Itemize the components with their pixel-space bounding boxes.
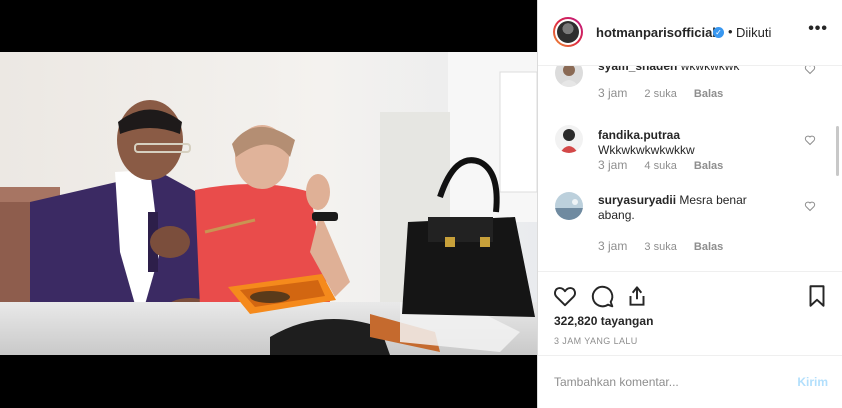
add-comment-bar: Tambahkan komentar... Kirim: [538, 355, 842, 408]
view-count[interactable]: 322,820 tayangan: [554, 314, 653, 328]
comments-scrollbar[interactable]: [836, 66, 840, 271]
comment-avatar[interactable]: [555, 192, 583, 220]
bookmark-icon[interactable]: [804, 283, 830, 309]
comment-username[interactable]: suryasuryadii: [598, 193, 676, 207]
comment-likes[interactable]: 2 suka: [644, 88, 676, 100]
scrollbar-thumb[interactable]: [836, 126, 839, 176]
verified-icon: ✓: [713, 27, 724, 38]
comment-message: Wkkwkwkwkwkkw: [598, 143, 695, 157]
comment-text: suryasuryadii Mesra benar abang.: [598, 193, 778, 223]
post-actions: 322,820 tayangan 3 JAM YANG LALU: [538, 271, 842, 363]
comment-username[interactable]: syam_shaden: [598, 66, 677, 73]
comment-meta: 3 jam 2 suka Balas: [598, 86, 737, 100]
comment-reply-button[interactable]: Balas: [694, 88, 723, 100]
comment-likes[interactable]: 4 suka: [644, 160, 676, 172]
comment-like-heart-icon[interactable]: [804, 66, 816, 75]
comment-likes[interactable]: 3 suka: [644, 241, 676, 253]
comment-meta: 3 jam 3 suka Balas: [598, 239, 737, 253]
comment-icon[interactable]: [589, 283, 615, 309]
comment-message: wkwkwkwk: [680, 66, 740, 73]
comments-list[interactable]: syam_shaden wkwkwkwk 3 jam 2 suka Balas …: [538, 66, 842, 271]
comment-reply-button[interactable]: Balas: [694, 241, 723, 253]
comment-like-heart-icon[interactable]: [804, 134, 816, 146]
heart-icon[interactable]: [552, 283, 578, 309]
video-player[interactable]: [0, 0, 537, 408]
video-still-image: [0, 52, 537, 355]
post-header: hotmanparisofficial ✓ • Diikuti •••: [538, 0, 842, 66]
separator-dot: •: [728, 24, 733, 39]
comment-avatar[interactable]: [555, 125, 583, 153]
comment-avatar[interactable]: [555, 66, 583, 87]
comment-text: fandika.putraa Wkkwkwkwkwkkw: [598, 128, 778, 158]
post-timestamp[interactable]: 3 JAM YANG LALU: [554, 336, 638, 346]
follow-status-button[interactable]: Diikuti: [736, 25, 771, 40]
video-frame[interactable]: [0, 52, 537, 355]
share-icon[interactable]: [624, 283, 650, 309]
post-sidebar: hotmanparisofficial ✓ • Diikuti ••• syam…: [537, 0, 842, 408]
post-username[interactable]: hotmanparisofficial: [596, 25, 716, 40]
comment-meta: 3 jam 4 suka Balas: [598, 158, 737, 172]
send-button[interactable]: Kirim: [797, 375, 828, 389]
comment-text: syam_shaden wkwkwkwk: [598, 66, 778, 74]
comment-reply-button[interactable]: Balas: [694, 160, 723, 172]
avatar[interactable]: [553, 17, 583, 47]
comment-time[interactable]: 3 jam: [598, 239, 627, 253]
comment-time[interactable]: 3 jam: [598, 86, 627, 100]
more-icon[interactable]: •••: [808, 20, 828, 38]
comment-time[interactable]: 3 jam: [598, 158, 627, 172]
comment-input[interactable]: Tambahkan komentar...: [554, 375, 679, 389]
comment-like-heart-icon[interactable]: [804, 200, 816, 212]
comment-username[interactable]: fandika.putraa: [598, 128, 680, 142]
